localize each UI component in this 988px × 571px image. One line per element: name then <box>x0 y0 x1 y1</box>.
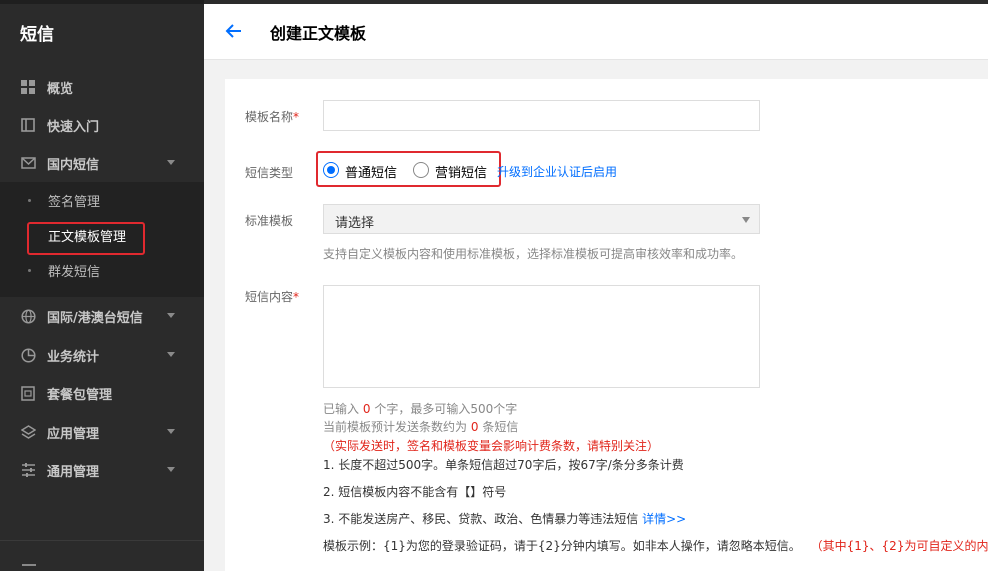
sms-type-label: 短信类型 <box>245 166 294 180</box>
mail-icon <box>20 155 36 171</box>
sidebar-item-overview[interactable]: 概览 <box>0 68 204 106</box>
rule-illegal-content-text: 3. 不能发送房产、移民、贷款、政治、色情暴力等违法短信 <box>323 512 639 526</box>
char-count-value: 0 <box>362 402 371 416</box>
sidebar-subitem-bulk-sms[interactable]: 群发短信 <box>0 255 204 285</box>
upgrade-link[interactable]: 升级到企业认证后启用 <box>497 163 617 180</box>
sidebar-item-quickstart[interactable]: 快速入门 <box>0 106 204 144</box>
sidebar-subitem-label: 签名管理 <box>48 194 101 210</box>
package-icon <box>20 385 36 401</box>
sms-content-label-text: 短信内容 <box>245 290 294 304</box>
details-link[interactable]: 详情>> <box>642 512 686 526</box>
header-topline <box>204 0 988 4</box>
template-example-note: （其中{1}、{2}为可自定义的内容， <box>810 539 988 553</box>
chevron-down-icon <box>167 313 175 318</box>
radio-normal-sms[interactable] <box>323 162 339 178</box>
rule-symbols: 2. 短信模板内容不能含有【】符号 <box>323 485 507 499</box>
highlight-box-template-menu <box>27 222 145 255</box>
layers-icon <box>20 424 36 440</box>
sidebar-item-label: 应用管理 <box>47 426 100 442</box>
sidebar-subitem-signature[interactable]: 签名管理 <box>0 185 204 215</box>
sidebar-item-label: 套餐包管理 <box>47 387 113 403</box>
estimate-hint: 当前模板预计发送条数约为 0 条短信 <box>323 418 518 435</box>
sidebar-item-label: 国内短信 <box>47 157 100 173</box>
sidebar-item-statistics[interactable]: 业务统计 <box>0 336 204 374</box>
template-name-label-text: 模板名称 <box>245 110 294 124</box>
sidebar-topbar <box>0 0 204 4</box>
globe-icon <box>20 308 36 324</box>
radio-marketing-sms-label[interactable]: 营销短信 <box>435 162 487 181</box>
char-count-hint: 已输入 0 个字，最多可输入500个字 <box>323 400 517 417</box>
template-name-label: 模板名称* <box>245 108 299 125</box>
sidebar-item-international-sms[interactable]: 国际/港澳台短信 <box>0 297 204 335</box>
template-name-input[interactable] <box>323 100 760 131</box>
radio-normal-sms-label[interactable]: 普通短信 <box>345 162 397 181</box>
bullet-icon <box>28 198 31 202</box>
rule-length: 1. 长度不超过500字。单条短信超过70字后，按67字/条分多条计费 <box>323 458 684 472</box>
sidebar-item-packages[interactable]: 套餐包管理 <box>0 374 204 412</box>
sidebar-item-label: 业务统计 <box>47 349 100 365</box>
sidebar-item-label: 国际/港澳台短信 <box>47 310 143 326</box>
radio-marketing-sms[interactable] <box>413 162 429 178</box>
estimate-prefix: 当前模板预计发送条数约为 <box>323 420 468 434</box>
rule-illegal-content: 3. 不能发送房产、移民、贷款、政治、色情暴力等违法短信 详情>> <box>323 510 686 527</box>
pie-chart-icon <box>20 347 36 363</box>
grid-icon <box>20 79 36 95</box>
back-arrow-icon[interactable] <box>224 22 244 40</box>
template-example: 模板示例：{1}为您的登录验证码，请于{2}分钟内填写。如非本人操作，请忽略本短… <box>323 537 988 554</box>
billing-warning: （实际发送时，签名和模板变量会影响计费条数，请特别关注） <box>323 439 660 453</box>
book-icon <box>20 117 36 133</box>
sms-content-label: 短信内容* <box>245 288 299 305</box>
collapse-icon[interactable] <box>22 564 36 566</box>
char-count-prefix: 已输入 <box>323 402 360 416</box>
sidebar-brand: 短信 <box>20 25 54 45</box>
standard-template-label: 标准模板 <box>245 214 294 228</box>
required-mark: * <box>293 290 300 304</box>
standard-template-hint: 支持自定义模板内容和使用标准模板，选择标准模板可提高审核效率和成功率。 <box>323 247 744 261</box>
estimate-suffix: 条短信 <box>482 420 519 434</box>
sidebar-item-label: 概览 <box>47 81 74 97</box>
sidebar-item-domestic-sms[interactable]: 国内短信 <box>0 144 204 182</box>
page-header: 创建正文模板 <box>204 0 988 60</box>
sidebar-divider <box>0 540 204 541</box>
chevron-down-icon <box>167 429 175 434</box>
chevron-down-icon <box>167 467 175 472</box>
sidebar-item-general[interactable]: 通用管理 <box>0 451 204 489</box>
standard-template-value: 请选择 <box>335 216 375 231</box>
standard-template-select[interactable]: 请选择 <box>323 204 760 234</box>
sms-content-textarea[interactable] <box>323 285 760 388</box>
sidebar-item-apps[interactable]: 应用管理 <box>0 413 204 451</box>
sidebar-item-label: 快速入门 <box>47 119 100 135</box>
sidebar-item-label: 通用管理 <box>47 464 100 480</box>
chevron-down-icon <box>167 160 175 165</box>
chevron-down-icon <box>167 352 175 357</box>
sliders-icon <box>20 462 36 478</box>
bullet-icon <box>28 268 31 272</box>
sidebar-subitem-label: 群发短信 <box>48 264 101 280</box>
required-mark: * <box>293 110 300 124</box>
template-example-text: 模板示例：{1}为您的登录验证码，请于{2}分钟内填写。如非本人操作，请忽略本短… <box>323 539 801 553</box>
char-count-suffix: 个字，最多可输入500个字 <box>374 402 518 416</box>
sidebar: 短信 概览 快速入门 国内短信 签名管理 正文模板管理 群发短信 国际/港澳台短… <box>0 0 204 571</box>
chevron-down-icon <box>742 217 750 223</box>
estimate-value: 0 <box>470 420 479 434</box>
page-title: 创建正文模板 <box>270 24 367 43</box>
